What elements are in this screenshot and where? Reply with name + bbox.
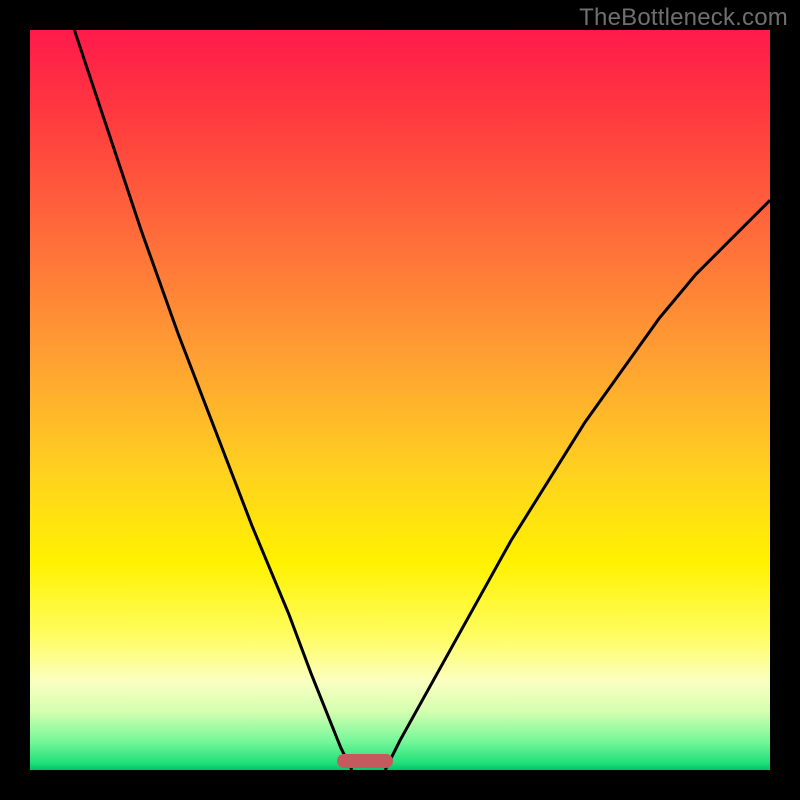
accent-bar <box>337 754 393 768</box>
left-curve-path <box>74 30 352 770</box>
right-curve-path <box>385 200 770 770</box>
watermark-text: TheBottleneck.com <box>579 4 788 32</box>
chart-curve-svg <box>30 30 770 770</box>
chart-frame <box>30 30 770 770</box>
